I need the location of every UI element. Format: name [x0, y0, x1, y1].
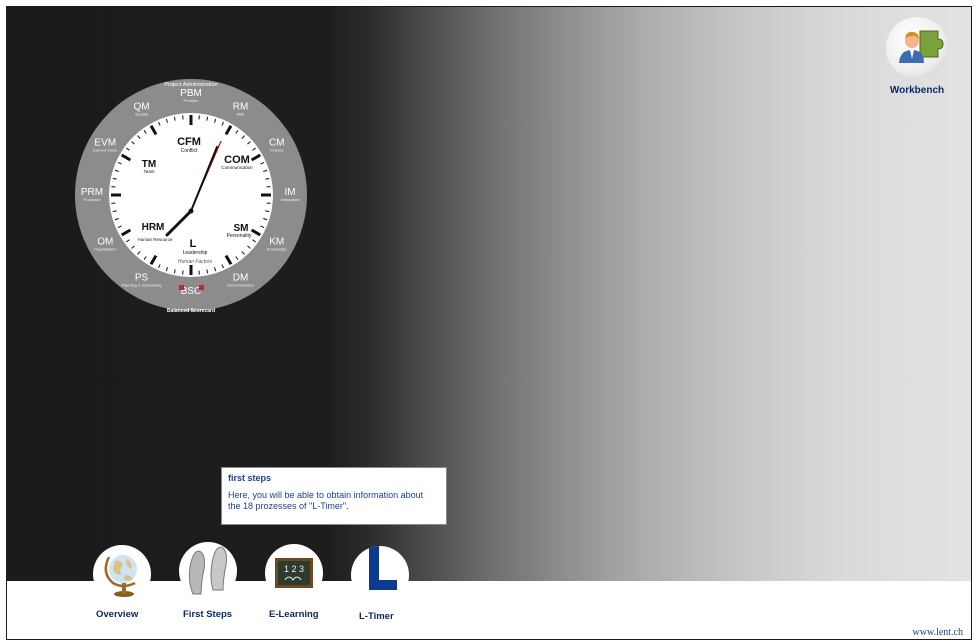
outer-label-cm[interactable]: CMChange [269, 138, 285, 153]
lent-website-link[interactable]: www.lent.ch [913, 627, 963, 638]
outer-label-qm[interactable]: QMQuality [133, 101, 149, 116]
inner-label-tm[interactable]: TM Team [142, 159, 156, 174]
svg-text:Integration: Integration [281, 197, 300, 202]
svg-text:Leadership: Leadership [183, 250, 208, 256]
outer-label-om[interactable]: OMOrganisation [94, 237, 117, 252]
tooltip-body-line2: the 18 prozesses of "L-Timer". [228, 501, 349, 511]
workbench-label[interactable]: Workbench [877, 85, 957, 96]
svg-text:Earned Value: Earned Value [93, 148, 118, 153]
workbench-button[interactable]: Workbench [877, 17, 957, 113]
globe-icon[interactable] [93, 545, 151, 603]
app-window: Project Administration Balanced Scorecar… [6, 6, 972, 640]
svg-text:Problem: Problem [184, 98, 200, 103]
first-steps-tooltip: first steps Here, you will be able to ob… [221, 467, 447, 525]
inner-label-cfm[interactable]: CFM Conflict [177, 136, 201, 154]
nav-e-learning-label[interactable]: E-Learning [269, 609, 319, 620]
footprints-icon[interactable] [179, 542, 237, 600]
svg-text:Team: Team [143, 169, 154, 174]
svg-text:Knowledge: Knowledge [267, 247, 288, 252]
balanced-scorecard-label: Balanced Scorecard [167, 308, 215, 314]
svg-text:Change: Change [270, 148, 285, 153]
tooltip-title: first steps [228, 473, 272, 483]
outer-label-evm[interactable]: EVMEarned Value [93, 138, 118, 153]
chalkboard-text: 1 2 3 [284, 564, 304, 574]
svg-text:Organisation: Organisation [94, 247, 117, 252]
l-timer-logo-icon[interactable] [351, 546, 409, 604]
svg-text:Documentation: Documentation [227, 283, 254, 288]
nav-first-steps-label[interactable]: First Steps [183, 609, 232, 620]
bsc-marker-left [179, 285, 184, 290]
svg-text:HRM: HRM [142, 222, 165, 233]
human-factors-label: Human Factors [178, 259, 213, 265]
svg-text:Risk: Risk [237, 111, 245, 116]
svg-text:Communication: Communication [221, 165, 253, 170]
person-puzzle-icon [899, 30, 944, 63]
outer-label-prm[interactable]: PRMPurchase [81, 187, 103, 202]
svg-text:Quality: Quality [135, 111, 147, 116]
svg-text:Purchase: Purchase [84, 197, 102, 202]
l-timer-clock[interactable]: Project Administration Balanced Scorecar… [71, 75, 311, 315]
svg-text:Planning & Scheduling: Planning & Scheduling [121, 283, 161, 288]
chalkboard-icon[interactable]: 1 2 3 [265, 544, 323, 602]
nav-l-timer-label[interactable]: L-Timer [359, 611, 394, 622]
tooltip-body-line1: Here, you will be able to obtain informa… [228, 490, 424, 500]
clock-center-pin [188, 208, 194, 214]
bsc-marker-right [199, 285, 204, 290]
nav-overview-label[interactable]: Overview [96, 609, 138, 620]
bottom-nav-bar [7, 581, 971, 639]
svg-text:L: L [190, 238, 197, 250]
main-stage: Project Administration Balanced Scorecar… [7, 7, 971, 581]
svg-text:Human Resource: Human Resource [137, 237, 173, 242]
inner-label-com[interactable]: COM Communication [221, 154, 253, 170]
svg-text:Personality: Personality [227, 233, 252, 239]
svg-text:Conflict: Conflict [181, 148, 198, 154]
workbench-icon[interactable] [886, 17, 948, 79]
svg-text:CFM: CFM [177, 136, 201, 148]
